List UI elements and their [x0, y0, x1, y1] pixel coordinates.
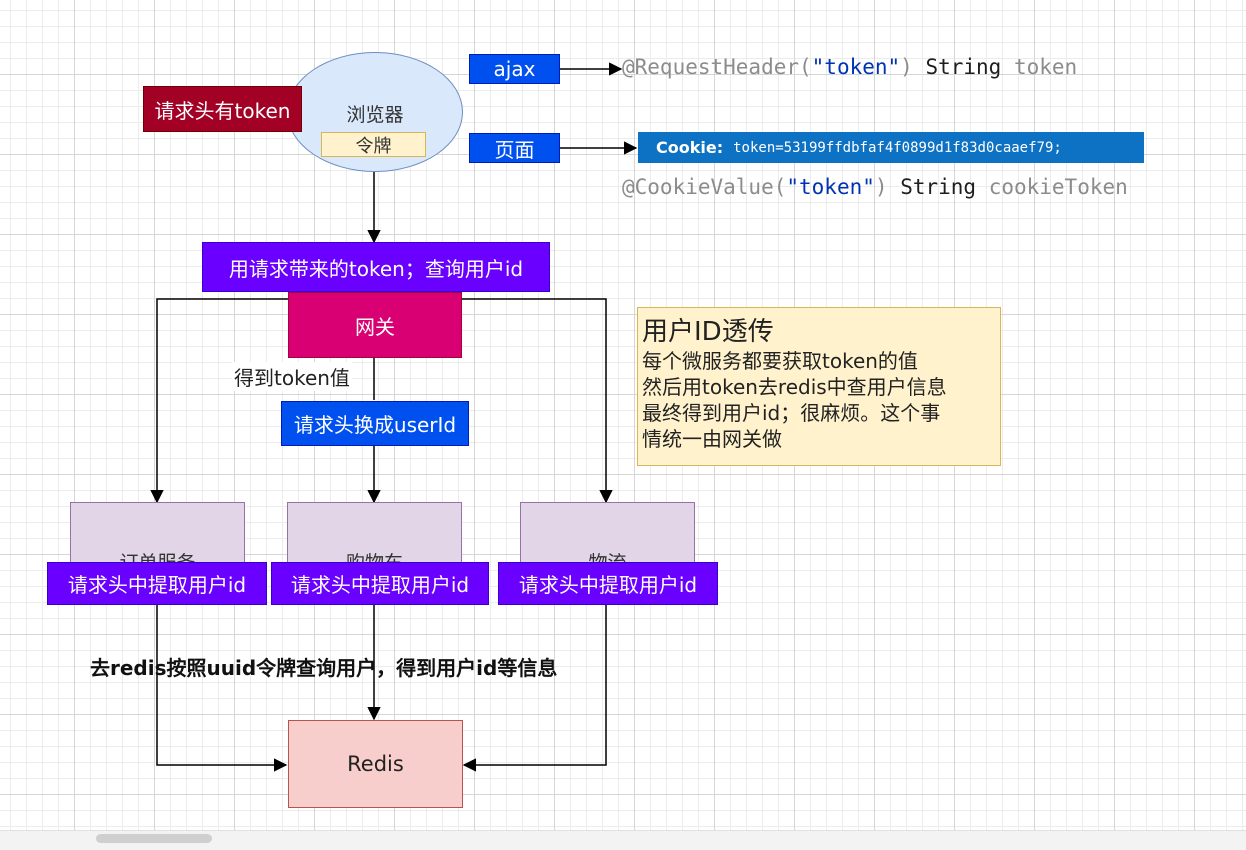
gateway-box: 网关: [288, 292, 462, 358]
query-user-box: 用请求带来的token；查询用户id: [202, 242, 550, 292]
note-line-4: 情统一由网关做: [642, 427, 782, 451]
redis-box: Redis: [288, 720, 463, 808]
swap-header-box: 请求头换成userId: [281, 401, 469, 446]
redis-query-note: 去redis按照uuid令牌查询用户，得到用户id等信息: [90, 656, 558, 680]
arrow-gateway-to-logistics: [462, 298, 613, 504]
request-header-arg: "token": [811, 55, 901, 79]
cookie-value-annotation: @CookieValue(: [622, 175, 787, 199]
page-box: 页面: [469, 133, 560, 163]
browser-label: 浏览器: [346, 104, 404, 126]
cart-extract-header-box: 请求头中提取用户id: [271, 562, 489, 605]
cookie-label: Cookie:: [656, 138, 724, 157]
arrow-gateway-to-order: [150, 298, 288, 504]
cookie-value-close: ): [874, 175, 888, 199]
request-header-var: token: [1013, 55, 1078, 79]
get-token-label: 得到token值: [232, 362, 352, 391]
ajax-box: ajax: [469, 54, 560, 84]
arrow-logistics-to-redis: [462, 605, 607, 772]
cookie-value: token=53199ffdbfaf4f0899d1f83d0caaef79;: [733, 139, 1062, 156]
note-box: 用户ID透传 每个微服务都要获取token的值 然后用token去redis中查…: [637, 307, 1001, 466]
note-line-2: 然后用token去redis中查用户信息: [642, 375, 947, 399]
cookie-value-arg: "token": [786, 175, 875, 199]
cookie-value-code: @CookieValue("token") String cookieToken: [622, 175, 1128, 199]
request-header-annotation: @RequestHeader(: [622, 55, 812, 79]
request-header-close: ): [900, 55, 913, 79]
token-box: 令牌: [321, 132, 426, 157]
cookie-value-type: String: [887, 175, 989, 199]
note-title: 用户ID透传: [642, 317, 774, 347]
scrollbar-thumb[interactable]: [96, 834, 212, 843]
logistics-extract-header-box: 请求头中提取用户id: [498, 562, 718, 605]
note-line-1: 每个微服务都要获取token的值: [642, 349, 918, 373]
request-header-code: @RequestHeader("token") String token: [622, 55, 1077, 79]
header-token-label: 请求头有token: [143, 86, 302, 132]
note-line-3: 最终得到用户id；很麻烦。这个事: [642, 401, 941, 425]
arrow-order-to-redis: [156, 605, 288, 772]
cookie-bar: Cookie: token=53199ffdbfaf4f0899d1f83d0c…: [638, 132, 1144, 163]
order-extract-header-box: 请求头中提取用户id: [47, 562, 267, 605]
cookie-value-var: cookieToken: [988, 175, 1128, 199]
request-header-type: String: [912, 55, 1014, 79]
